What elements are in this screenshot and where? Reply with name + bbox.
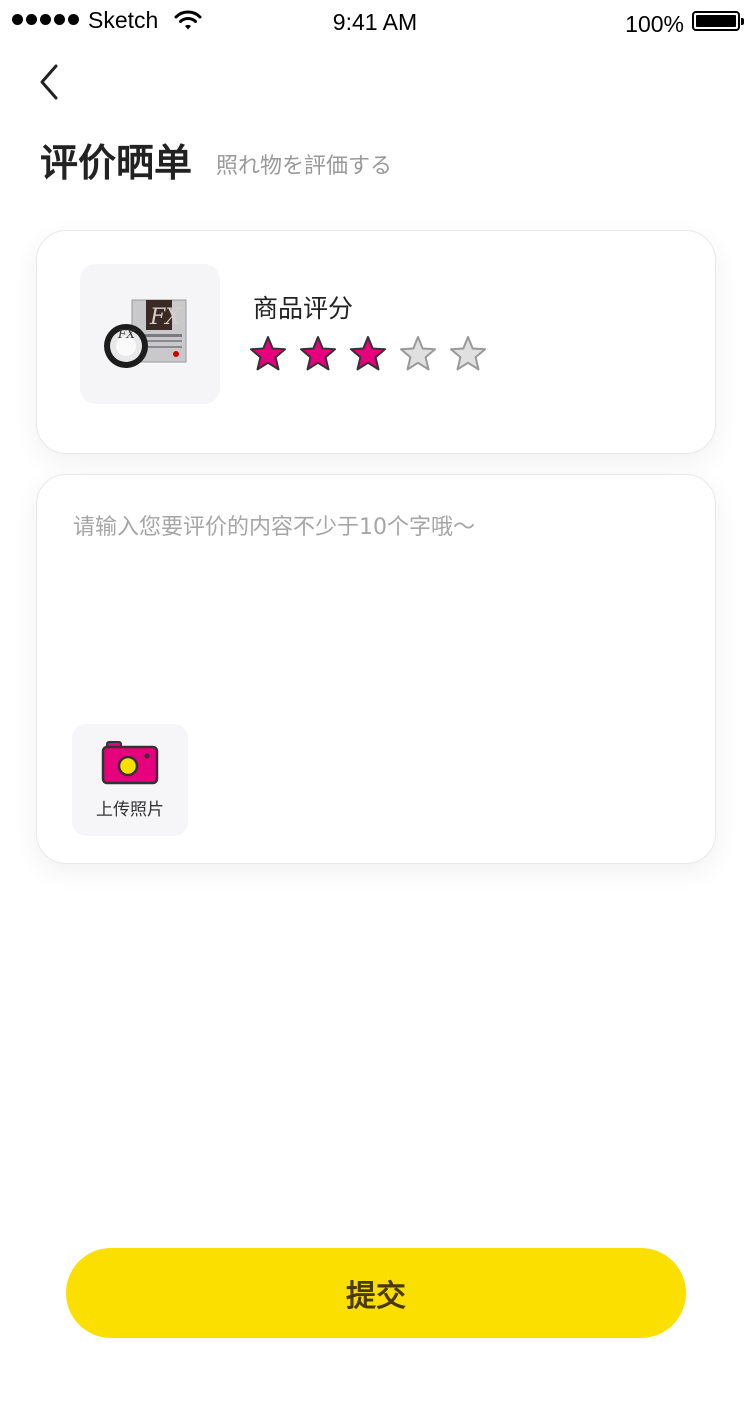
status-bar: Sketch 9:41 AM 100% xyxy=(0,0,750,44)
page-subtitle: 照れ物を評価する xyxy=(216,154,393,179)
review-input[interactable]: 请输入您要评价的内容不少于10个字哦～ xyxy=(73,509,475,541)
star-empty-icon[interactable] xyxy=(399,335,437,373)
star-filled-icon[interactable] xyxy=(349,335,387,373)
star-filled-icon[interactable] xyxy=(299,335,337,373)
star-filled-icon[interactable] xyxy=(249,335,287,373)
upload-photo-label: 上传照片 xyxy=(96,800,164,820)
star-rating[interactable] xyxy=(249,335,487,373)
svg-text:FX: FX xyxy=(117,327,135,341)
rating-label: 商品评分 xyxy=(253,294,354,323)
submit-label: 提交 xyxy=(346,1280,406,1313)
battery-icon xyxy=(692,11,744,31)
chevron-left-icon xyxy=(40,64,58,100)
upload-photo-button[interactable]: 上传照片 xyxy=(72,724,188,836)
page-title: 评价晒单 xyxy=(40,141,193,185)
svg-text:FX: FX xyxy=(149,305,182,330)
review-card: 请输入您要评价的内容不少于10个字哦～ 上传照片 xyxy=(36,474,716,864)
star-empty-icon[interactable] xyxy=(449,335,487,373)
battery-percentage: 100% xyxy=(625,11,684,37)
product-eye-drops-image: FX FX xyxy=(104,299,187,368)
submit-button[interactable]: 提交 xyxy=(66,1248,686,1338)
product-rating-card: FX FX 商品评分 xyxy=(36,230,716,454)
camera-icon xyxy=(101,741,159,785)
back-button[interactable] xyxy=(30,62,70,102)
product-thumbnail: FX FX xyxy=(80,264,220,404)
